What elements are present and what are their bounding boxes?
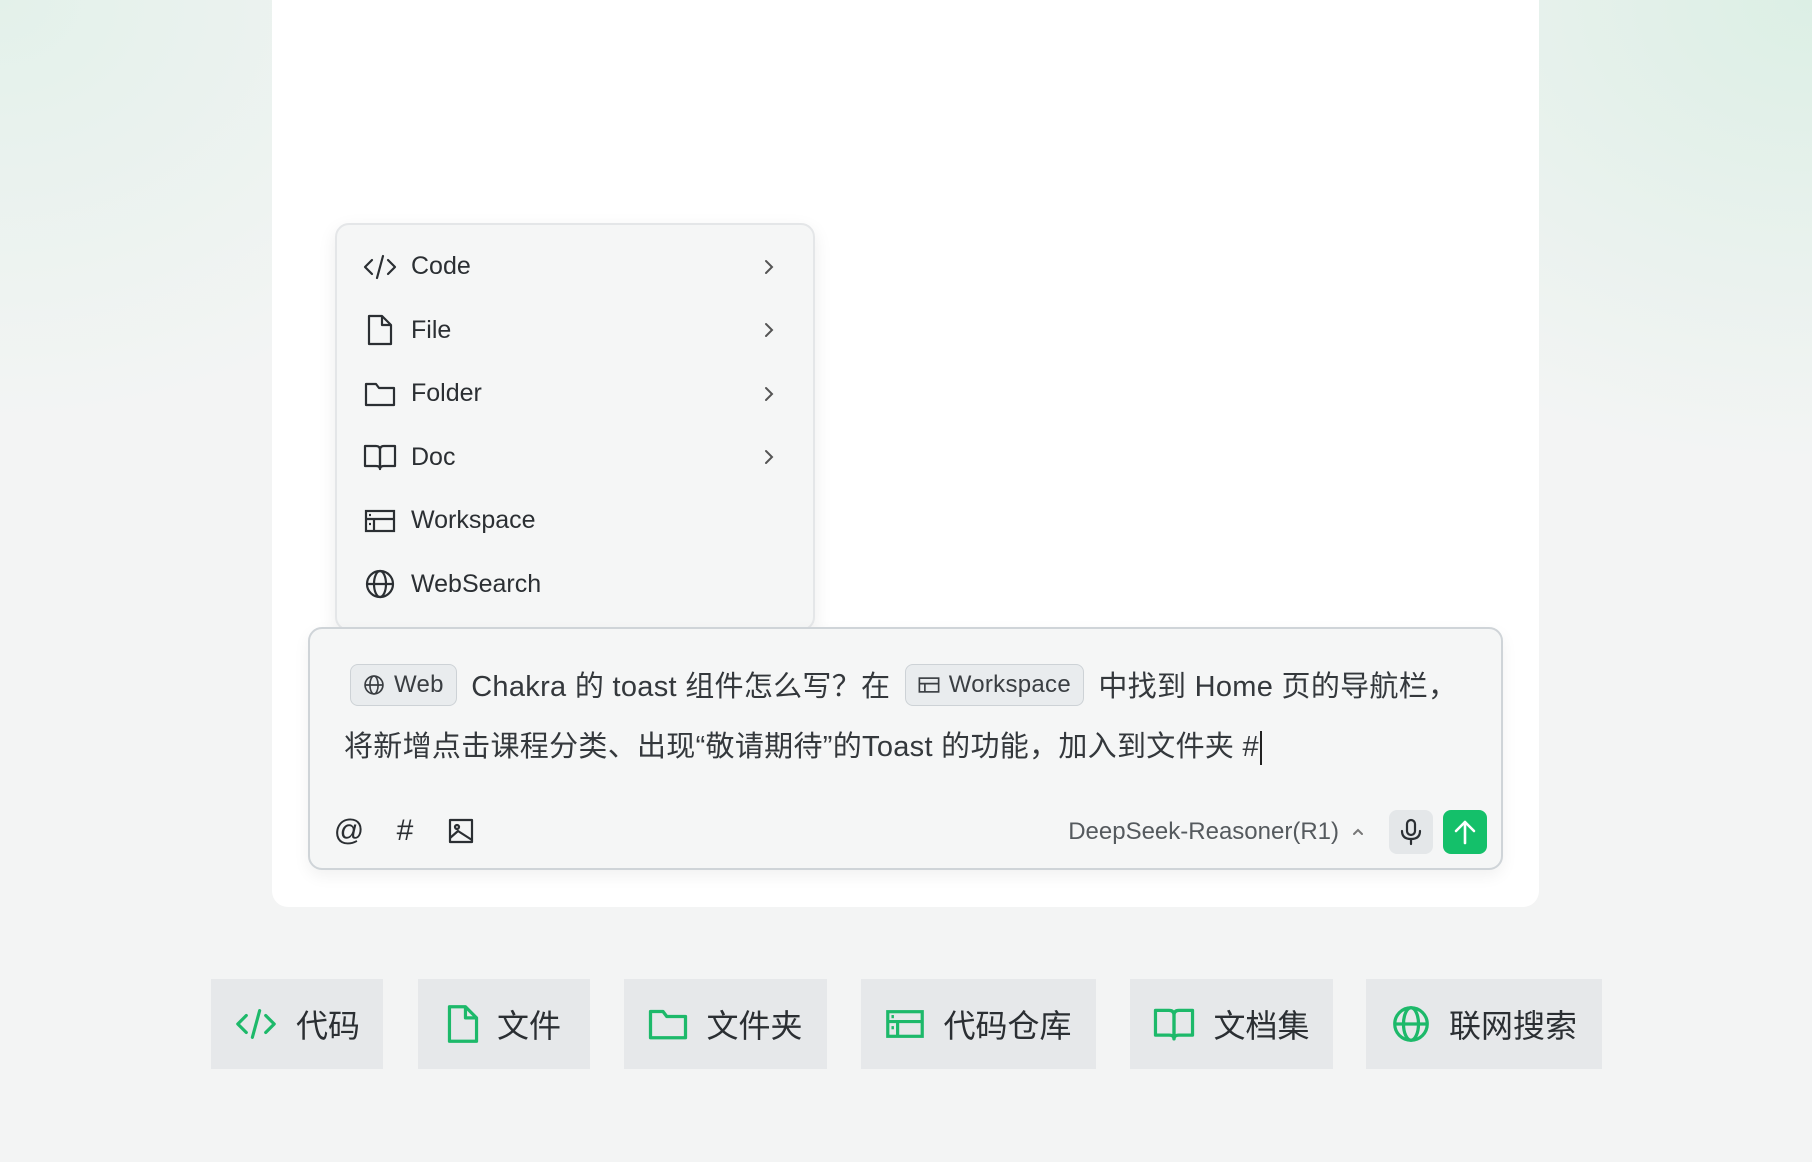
chip-label: Workspace (948, 671, 1071, 699)
menu-item-code[interactable]: Code (337, 235, 813, 299)
menu-item-websearch[interactable]: WebSearch (337, 553, 813, 617)
feature-label: 代码仓库 (943, 1008, 1072, 1044)
menu-item-file[interactable]: File (337, 299, 813, 363)
feature-label: 文件 (496, 1008, 561, 1044)
menu-item-doc[interactable]: Doc (337, 426, 813, 490)
feature-file: 文件 (418, 979, 590, 1069)
feature-folder: 文件夹 (624, 979, 827, 1069)
message-input[interactable]: Web Chakra 的 toast 组件怎么写？在 Workspace 中找到… (344, 657, 1484, 777)
workspace-chip[interactable]: Workspace (904, 664, 1084, 707)
message-composer[interactable]: Web Chakra 的 toast 组件怎么写？在 Workspace 中找到… (308, 627, 1503, 870)
feature-label: 文档集 (1213, 1008, 1310, 1044)
feature-docs: 文档集 (1130, 979, 1333, 1069)
message-text-part-1: Chakra 的 toast 组件怎么写？在 (471, 671, 891, 703)
image-icon (448, 818, 474, 844)
text-caret (1259, 731, 1262, 766)
tag-button[interactable]: # (390, 816, 420, 846)
menu-item-label: Folder (411, 379, 482, 408)
file-icon (447, 1005, 479, 1043)
chevron-right-icon (765, 323, 774, 338)
send-button[interactable] (1443, 810, 1487, 854)
chevron-right-icon (765, 386, 774, 401)
book-icon (1154, 1008, 1195, 1041)
menu-item-label: Doc (411, 442, 456, 471)
image-button[interactable] (446, 816, 476, 846)
web-chip[interactable]: Web (350, 664, 457, 707)
feature-websearch: 联网搜索 (1366, 979, 1602, 1069)
context-menu: Code File Folder Doc Workspace WebSearch (335, 223, 815, 631)
feature-list: 代码 文件 文件夹 代码仓库 文档集 联网搜索 (0, 979, 1812, 1069)
arrow-up-icon (1454, 820, 1476, 845)
model-name: DeepSeek-Reasoner(R1) (1068, 818, 1339, 845)
model-selector[interactable]: DeepSeek-Reasoner(R1) (1068, 818, 1365, 846)
voice-input-button[interactable] (1389, 810, 1433, 854)
menu-item-label: Workspace (411, 506, 536, 535)
book-icon (363, 440, 397, 474)
menu-item-folder[interactable]: Folder (337, 362, 813, 426)
at-icon: @ (333, 814, 365, 847)
globe-icon (1393, 1006, 1429, 1042)
menu-item-label: Code (411, 252, 471, 281)
folder-icon (649, 1009, 688, 1040)
chip-label: Web (394, 671, 444, 699)
chevron-right-icon (765, 259, 774, 274)
file-icon (363, 313, 397, 347)
folder-icon (363, 377, 397, 411)
workspace-icon (918, 677, 940, 694)
chevron-up-icon (1353, 828, 1363, 835)
feature-repository: 代码仓库 (861, 979, 1096, 1069)
menu-item-workspace[interactable]: Workspace (337, 489, 813, 553)
microphone-icon (1400, 818, 1422, 846)
mention-button[interactable]: @ (334, 816, 364, 846)
menu-item-label: File (411, 315, 452, 344)
feature-label: 代码 (295, 1008, 360, 1044)
feature-code: 代码 (211, 979, 383, 1069)
globe-icon (363, 567, 397, 601)
composer-actions: DeepSeek-Reasoner(R1) (1068, 810, 1487, 854)
feature-label: 文件夹 (706, 1008, 803, 1044)
workspace-icon (886, 1010, 925, 1038)
menu-item-label: WebSearch (411, 569, 542, 598)
hash-icon: # (396, 814, 414, 847)
workspace-icon (363, 504, 397, 538)
chevron-right-icon (765, 450, 774, 465)
composer-toolbar: @ # (334, 816, 476, 846)
globe-icon (364, 675, 384, 696)
feature-label: 联网搜索 (1448, 1008, 1577, 1044)
code-icon (363, 250, 397, 284)
code-icon (236, 1009, 276, 1039)
